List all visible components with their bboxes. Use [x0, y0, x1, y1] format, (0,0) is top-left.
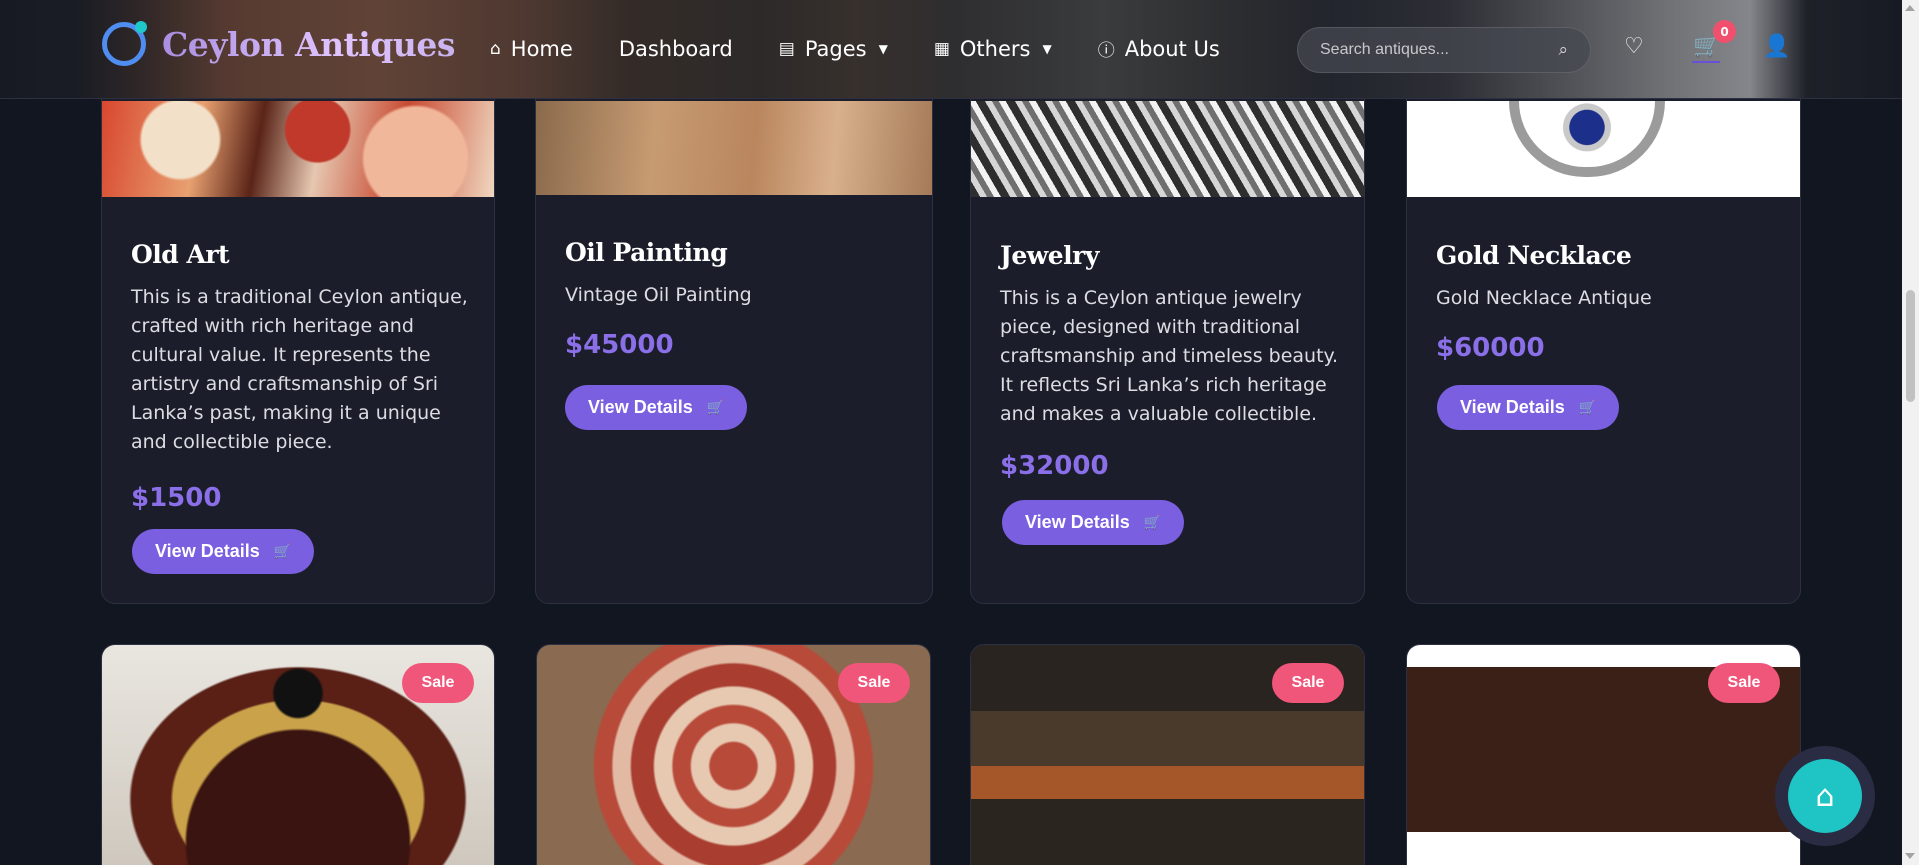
sale-card-wooden-chest[interactable]: Sale — [1406, 644, 1801, 865]
nav-label: Dashboard — [618, 36, 733, 61]
product-description: Vintage Oil Painting — [565, 284, 752, 306]
product-price: $60000 — [1436, 333, 1545, 363]
nav-label: Home — [510, 36, 573, 61]
product-card-old-art: Old Art This is a traditional Ceylon ant… — [101, 20, 495, 604]
wishlist-heart-icon[interactable]: ♡ — [1624, 34, 1644, 59]
site-header: Ceylon Antiques ⌂ Home Dashboard ▤ Pages… — [0, 0, 1902, 99]
nav-home[interactable]: ⌂ Home — [490, 37, 573, 61]
sale-badge: Sale — [402, 663, 474, 703]
button-label: View Details — [155, 541, 260, 561]
nav-label: About Us — [1124, 36, 1220, 61]
sale-badge: Sale — [1708, 663, 1780, 703]
sale-card-lacquer-box[interactable]: Sale — [101, 644, 495, 865]
sale-badge: Sale — [838, 663, 910, 703]
info-icon: ⓘ — [1097, 41, 1115, 61]
product-card-jewelry: Jewelry This is a Ceylon antique jewelry… — [970, 20, 1365, 604]
document-icon: ▤ — [778, 38, 795, 59]
main-nav: ⌂ Home Dashboard ▤ Pages ▼ ▦ Others ▼ ⓘ … — [490, 36, 1266, 62]
nav-label: Others — [959, 36, 1031, 61]
view-details-button[interactable]: View Details 🛒 — [1002, 500, 1185, 545]
page-scrollbar[interactable] — [1902, 0, 1919, 865]
product-price: $32000 — [1000, 451, 1109, 481]
home-icon: ⌂ — [1815, 778, 1835, 814]
product-price: $1500 — [131, 483, 222, 513]
cart-icon: 🛒 — [1143, 514, 1162, 530]
nav-others[interactable]: ▦ Others ▼ — [934, 37, 1052, 61]
nav-about-us[interactable]: ⓘ About Us — [1097, 36, 1220, 62]
product-price: $45000 — [565, 330, 674, 360]
search-box: ⌕ — [1297, 27, 1591, 73]
view-details-button[interactable]: View Details 🛒 — [1437, 385, 1620, 430]
product-image[interactable] — [1407, 101, 1800, 197]
logo-icon — [102, 21, 147, 66]
scroll-up-arrow[interactable] — [1905, 5, 1915, 11]
view-details-button[interactable]: View Details 🛒 — [565, 385, 748, 430]
scroll-down-arrow[interactable] — [1905, 853, 1915, 859]
search-icon[interactable]: ⌕ — [1558, 40, 1568, 60]
product-image[interactable] — [536, 101, 932, 195]
product-title: Jewelry — [1000, 241, 1099, 270]
user-account-icon[interactable]: 👤 — [1763, 34, 1790, 59]
scrollbar-thumb[interactable] — [1906, 290, 1915, 402]
button-label: View Details — [1460, 397, 1565, 417]
cart-icon: 🛒 — [273, 543, 292, 559]
product-card-oil-painting: Oil Painting Vintage Oil Painting $45000… — [535, 20, 933, 604]
search-input[interactable] — [1320, 41, 1559, 59]
product-description: Gold Necklace Antique — [1436, 287, 1652, 309]
nav-label: Pages — [804, 36, 867, 61]
view-details-button[interactable]: View Details 🛒 — [132, 529, 315, 574]
product-title: Oil Painting — [565, 238, 728, 267]
chevron-down-icon: ▼ — [1042, 41, 1052, 56]
product-title: Gold Necklace — [1436, 241, 1632, 270]
brand-logo[interactable]: Ceylon Antiques — [102, 21, 455, 66]
nav-dashboard[interactable]: Dashboard — [619, 37, 733, 61]
sale-card-decorative-plate[interactable]: Sale — [536, 644, 931, 865]
button-label: View Details — [588, 397, 693, 417]
product-description: This is a Ceylon antique jewelry piece, … — [1000, 287, 1339, 425]
product-description: This is a traditional Ceylon antique, cr… — [131, 286, 468, 453]
product-image[interactable] — [102, 101, 494, 197]
sale-badge: Sale — [1272, 663, 1344, 703]
product-card-gold-necklace: Gold Necklace Gold Necklace Antique $600… — [1406, 20, 1801, 604]
necklace-pendant — [1509, 101, 1665, 177]
sale-card-furniture-set[interactable]: Sale — [970, 644, 1365, 865]
button-label: View Details — [1025, 512, 1130, 532]
product-title: Old Art — [131, 240, 230, 269]
nav-pages[interactable]: ▤ Pages ▼ — [779, 37, 888, 61]
cart-count-badge: 0 — [1713, 20, 1736, 43]
home-icon: ⌂ — [490, 38, 501, 59]
floating-home-button[interactable]: ⌂ — [1788, 759, 1862, 833]
cart-icon: 🛒 — [1578, 399, 1597, 415]
product-image[interactable] — [971, 101, 1364, 197]
grid-icon: ▦ — [933, 38, 950, 59]
brand-name: Ceylon Antiques — [162, 24, 455, 64]
cart-active-indicator — [1692, 61, 1720, 63]
chevron-down-icon: ▼ — [878, 41, 888, 56]
cart-icon: 🛒 — [706, 399, 725, 415]
